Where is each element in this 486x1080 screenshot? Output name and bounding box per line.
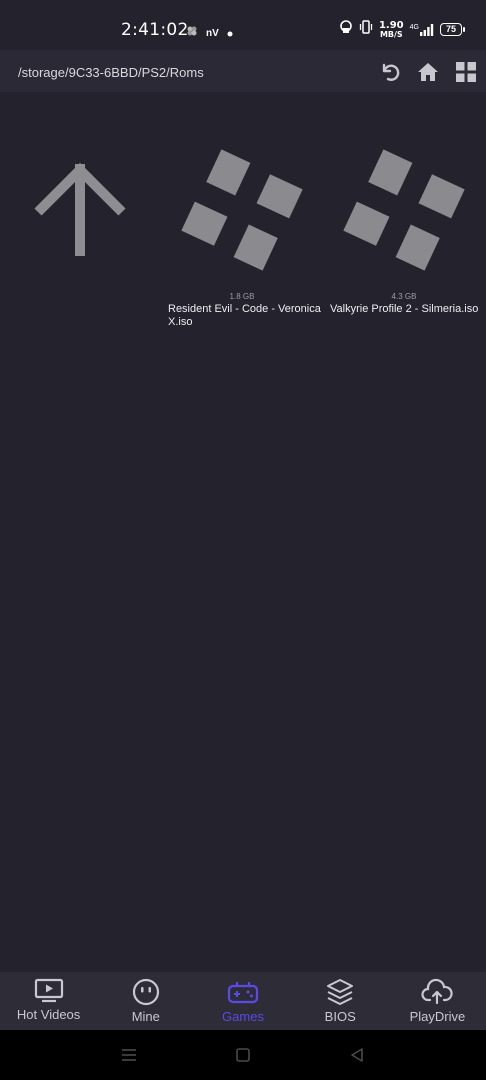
back-triangle-icon[interactable] [346,1044,368,1066]
recents-menu-icon[interactable] [118,1044,140,1066]
status-time: 2:41:02 [121,20,189,40]
status-bar: 2:41:02 nV 1.90 MB/S 4G 75 [0,0,486,50]
bottom-nav: Hot Videos Mine Games BIOS PlayDrive [0,972,486,1030]
gamepad-icon [227,982,259,1004]
nav-hot-videos[interactable]: Hot Videos [0,972,97,1030]
signal-icon: 4G [410,23,434,36]
nav-playdrive[interactable]: PlayDrive [389,972,486,1030]
gamepad-dpad-icon [181,149,303,271]
dot-icon [227,24,233,42]
face-icon [132,978,159,1006]
vpn-icon [339,20,353,39]
file-size: 4.3 GB [391,292,417,301]
nav-games[interactable]: Games [194,972,291,1030]
parent-directory-tile[interactable] [0,130,160,290]
system-nav-bar [0,1030,486,1080]
cloud-upload-icon [421,978,454,1005]
file-name: Resident Evil - Code - Veronica X.iso [168,303,321,328]
pinwheel-icon [186,24,198,42]
file-tile[interactable]: 4.3 GB Valkyrie Profile 2 - Silmeria.iso [324,130,484,316]
file-size: 1.8 GB [229,292,255,301]
nav-bios[interactable]: BIOS [292,972,389,1030]
home-square-icon[interactable] [232,1044,254,1066]
file-tile[interactable]: 1.8 GB Resident Evil - Code - Veronica X… [162,130,322,329]
up-arrow-icon [34,162,126,256]
net-speed: 1.90 MB/S [378,19,404,39]
gamepad-dpad-icon [343,149,465,271]
battery-icon: 75 [440,23,465,36]
path-header: /storage/9C33-6BBD/PS2/Roms [0,50,486,92]
video-tv-icon [34,978,63,1003]
back-arrow-icon[interactable] [378,60,402,84]
current-path: /storage/9C33-6BBD/PS2/Roms [18,65,204,80]
grid-view-icon[interactable] [454,60,478,84]
layers-icon [327,979,354,1005]
file-name: Valkyrie Profile 2 - Silmeria.iso [330,303,479,315]
carrier-text: nV [206,27,219,39]
vibrate-icon [359,20,373,39]
nav-mine[interactable]: Mine [97,972,194,1030]
home-icon[interactable] [416,60,440,84]
